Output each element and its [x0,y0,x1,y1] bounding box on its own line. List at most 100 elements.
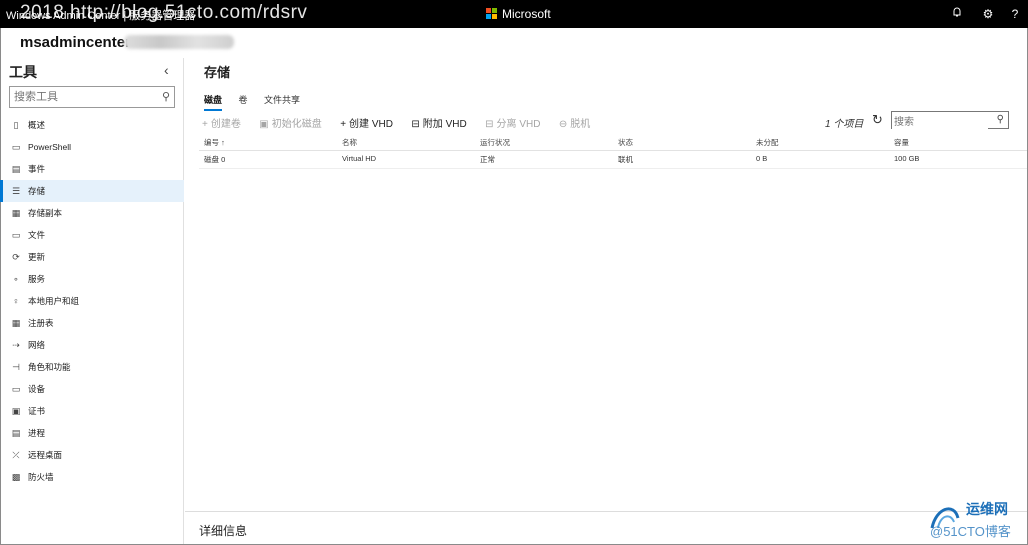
firewall-icon: ▩ [11,472,21,482]
sidebar-item-label: 存储副本 [28,208,63,218]
folder-icon: ▭ [11,230,21,240]
table-search-input[interactable] [892,114,988,131]
refresh-icon[interactable]: ↻ [872,112,883,128]
create-volume-button[interactable]: + 创建卷 [202,115,241,130]
attach-vhd-button[interactable]: ⊟ 附加 VHD [411,115,466,130]
offline-label: 脱机 [570,119,591,130]
tab-volumes[interactable]: 卷 [238,93,247,109]
tools-sidebar: 工具 ‹ ⚲ ▯ 概述 ▭ PowerShell ▤ 事件 ☰ 存储 ▦ 存储副本 ▭ 文件… [0,58,184,544]
tab-disks[interactable]: 磁盘 [204,93,223,111]
offline-button[interactable]: ⊖ 脱机 [559,115,590,130]
sidebar-item-label: 概述 [28,120,46,130]
sidebar-item-updates[interactable]: ⟳ 更新 [0,246,184,268]
table-row[interactable]: 磁盘 0 Virtual HD 正常 联机 0 B 100 GB [199,151,1027,169]
sidebar-item-local-users[interactable]: ♀ 本地用户和组 [0,290,184,312]
watermark-text-2: @51CTO博客 [930,524,1011,539]
details-label: 详细信息 [199,524,248,538]
url-watermark: 2018 http://blog.51cto.com/rdsrv [20,2,308,23]
attach-vhd-label: 附加 VHD [422,119,467,130]
initialize-disk-label: 初始化磁盘 [271,119,322,130]
sidebar-item-label: 文件 [28,230,46,240]
plus-icon: + [340,119,347,130]
sidebar-item-label: 远程桌面 [28,450,63,460]
sidebar-item-storage[interactable]: ☰ 存储 [0,180,184,202]
sidebar-item-services[interactable]: ∘ 服务 [0,268,184,290]
plus-icon: + [202,119,208,130]
sidebar-item-overview[interactable]: ▯ 概述 [0,114,184,136]
sidebar-title: 工具 [9,64,37,80]
certificate-icon: ▣ [11,406,21,416]
initialize-disk-button[interactable]: ▣ 初始化磁盘 [259,115,321,130]
sidebar-item-label: 网络 [28,340,46,350]
details-pane-header[interactable]: 详细信息 [185,511,1027,544]
sidebar-item-processes[interactable]: ▤ 进程 [0,422,184,444]
services-icon: ∘ [13,274,19,284]
cell-capacity: 100 GB [894,154,920,163]
sidebar-item-devices[interactable]: ▭ 设备 [0,378,184,400]
sidebar-item-storage-replica[interactable]: ▦ 存储副本 [0,202,184,224]
tool-search-input[interactable] [10,87,150,107]
sidebar-item-firewall[interactable]: ▩ 防火墙 [0,466,184,488]
search-icon[interactable]: ⚲ [997,114,1004,125]
powershell-icon: ▭ [11,142,21,152]
sidebar-item-label: 角色和功能 [28,362,71,372]
process-icon: ▤ [11,428,21,438]
notification-bell-icon[interactable] [949,6,965,22]
sidebar-item-powershell[interactable]: ▭ PowerShell [0,136,184,158]
disks-table: 编号 ↑ 名称 运行状况 状态 未分配 容量 磁盘 0 Virtual HD 正… [199,134,1027,169]
create-vhd-button[interactable]: + 创建 VHD [340,115,393,130]
top-bar: Windows Admin Center | 服务器管理器 2018 http:… [0,0,1028,28]
sidebar-item-events[interactable]: ▤ 事件 [0,158,184,180]
table-header-row: 编号 ↑ 名称 运行状况 状态 未分配 容量 [199,134,1027,151]
storage-icon: ☰ [11,186,21,196]
storage-replica-icon: ▦ [11,208,21,218]
sidebar-item-certificates[interactable]: ▣ 证书 [0,400,184,422]
blurred-redaction [124,35,234,49]
watermark-text-1: 运维网 [966,501,1008,517]
offline-icon: ⊖ [558,119,568,130]
cell-status: 联机 [618,155,633,164]
column-header-health[interactable]: 运行状况 [480,137,510,148]
detach-vhd-button[interactable]: ⊟ 分离 VHD [485,115,540,130]
sidebar-item-network[interactable]: ⇢ 网络 [0,334,184,356]
column-header-unallocated[interactable]: 未分配 [756,137,779,148]
sidebar-item-label: 证书 [28,406,46,416]
main-panel: 存储 磁盘 卷 文件共享 + 创建卷 ▣ 初始化磁盘 + 创建 VHD ⊟ 附加 VHD… [185,58,1027,544]
sidebar-item-label: 存储 [28,186,46,196]
help-icon[interactable]: ? [1007,6,1023,22]
sidebar-item-label: PowerShell [28,142,71,152]
tool-search-box: ⚲ [9,86,175,108]
chevron-left-icon[interactable]: ‹ [164,62,169,78]
item-count: 1 个项目 [825,119,864,130]
create-volume-label: 创建卷 [210,119,241,130]
detach-vhd-label: 分离 VHD [496,119,541,130]
settings-gear-icon[interactable]: ⚙ [980,6,996,22]
sidebar-item-registry[interactable]: ▦ 注册表 [0,312,184,334]
roles-icon: ⊣ [12,362,20,372]
brand-name: Microsoft [502,7,551,21]
column-header-capacity[interactable]: 容量 [894,137,909,148]
sidebar-item-files[interactable]: ▭ 文件 [0,224,184,246]
registry-icon: ▦ [11,318,21,328]
microsoft-logo-icon [486,8,498,20]
sidebar-item-label: 服务 [28,274,46,284]
column-header-number[interactable]: 编号 ↑ [204,137,225,148]
sidebar-item-label: 事件 [28,164,46,174]
sidebar-item-remote-desktop[interactable]: ⤫ 远程桌面 [0,444,184,466]
network-icon: ⇢ [12,340,20,350]
cell-unallocated: 0 B [756,154,768,163]
phone-icon: ▯ [13,120,19,130]
column-header-name[interactable]: 名称 [342,137,357,148]
events-icon: ▤ [11,164,21,174]
search-icon[interactable]: ⚲ [162,90,170,103]
detach-icon: ⊟ [485,119,494,130]
column-header-status[interactable]: 状态 [618,137,633,148]
devices-icon: ▭ [11,384,21,394]
tab-file-shares[interactable]: 文件共享 [264,93,300,109]
table-search-box: ⚲ [891,111,1009,131]
sidebar-item-label: 注册表 [28,318,54,328]
tool-list: ▯ 概述 ▭ PowerShell ▤ 事件 ☰ 存储 ▦ 存储副本 ▭ 文件 ⟳ 更新 ∘ 服… [0,114,184,488]
page-title: 存储 [204,65,231,80]
create-vhd-label: 创建 VHD [349,119,393,130]
sidebar-item-roles[interactable]: ⊣ 角色和功能 [0,356,184,378]
